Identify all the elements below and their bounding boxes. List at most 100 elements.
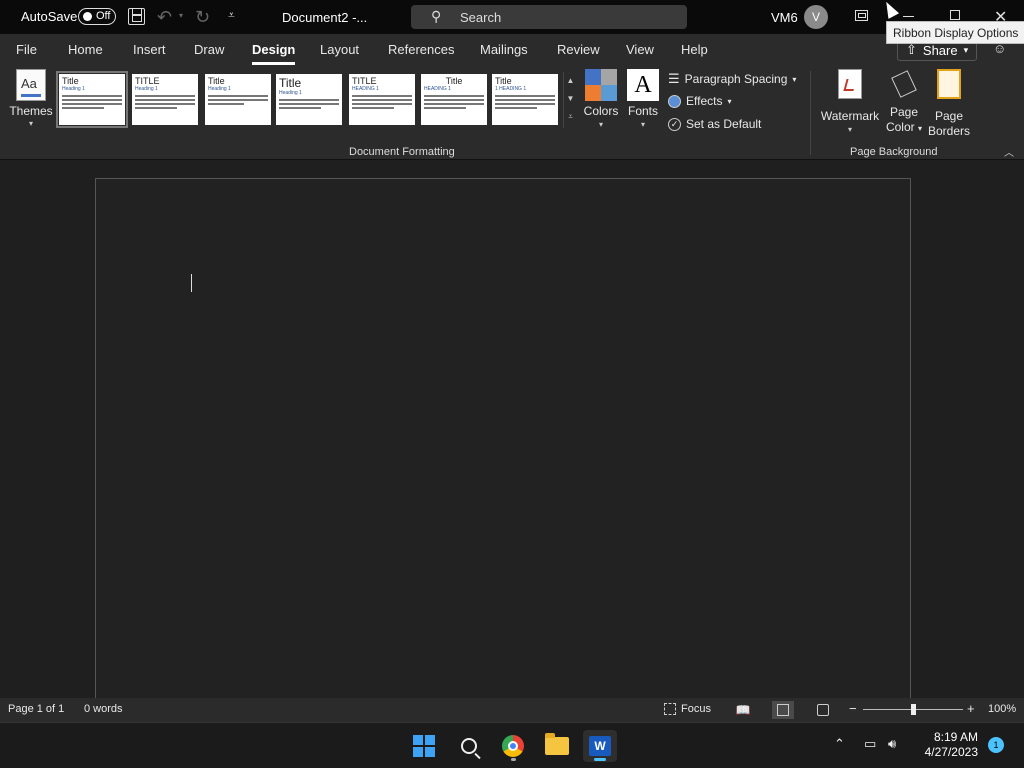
tab-references[interactable]: References	[388, 42, 454, 57]
page-borders-button[interactable]: Page Borders	[927, 69, 971, 139]
gallery-down-icon[interactable]: ▼	[564, 90, 577, 108]
zoom-in-button[interactable]: +	[967, 701, 975, 716]
set-as-default-label: Set as Default	[686, 117, 762, 131]
effects-button[interactable]: Effects ▾	[668, 94, 731, 108]
tab-help[interactable]: Help	[681, 42, 708, 57]
zoom-slider-thumb[interactable]	[911, 704, 916, 715]
minimize-button[interactable]	[903, 16, 914, 17]
share-label: Share	[922, 42, 958, 58]
themes-icon: Aa	[16, 69, 46, 101]
search-box[interactable]: ⚲ Search	[411, 5, 687, 29]
taskbar-file-explorer[interactable]	[540, 730, 574, 762]
style-set-thumbnail[interactable]: Title 1 HEADING 1	[492, 74, 558, 125]
ribbon: Aa Themes ▾ Title Heading 1 TITLE Headin…	[0, 65, 1024, 160]
tab-file[interactable]: File	[16, 42, 37, 57]
paragraph-spacing-button[interactable]: ☰ Paragraph Spacing ▾	[668, 71, 796, 87]
style-set-thumbnail[interactable]: Title Heading 1	[205, 74, 271, 125]
read-mode-icon: 📖	[735, 703, 751, 717]
taskbar-chrome[interactable]	[496, 730, 530, 762]
gallery-more-icon[interactable]: ⩡	[564, 108, 577, 126]
network-icon[interactable]: ▭	[864, 736, 876, 752]
focus-icon	[664, 703, 676, 715]
tab-view[interactable]: View	[626, 42, 654, 57]
start-button[interactable]	[407, 730, 441, 762]
ribbon-display-options-icon[interactable]	[855, 10, 868, 21]
paragraph-spacing-icon: ☰	[668, 71, 680, 86]
undo-dropdown-icon[interactable]: ▾	[179, 11, 183, 20]
page-color-button[interactable]: Page Color ▾	[882, 69, 926, 136]
checkmark-circle-icon: ✓	[668, 117, 681, 131]
focus-button[interactable]: Focus	[664, 703, 711, 715]
document-title[interactable]: Document2 -...	[282, 10, 367, 25]
style-gallery-scroll: ▲ ▼ ⩡	[563, 72, 577, 128]
tab-mailings[interactable]: Mailings	[480, 42, 528, 57]
autosave-label: AutoSave	[21, 9, 78, 24]
web-layout-icon	[817, 704, 829, 716]
effects-label: Effects	[686, 94, 723, 108]
customize-quick-access-icon[interactable]: ⩡	[228, 8, 235, 23]
style-set-thumbnail[interactable]: TITLE HEADING 1	[349, 74, 415, 125]
colors-button[interactable]: Colors ▾	[583, 69, 619, 129]
tab-home[interactable]: Home	[68, 42, 103, 57]
tab-review[interactable]: Review	[557, 42, 600, 57]
tab-design[interactable]: Design	[252, 42, 296, 65]
color-swatch	[585, 85, 601, 101]
effects-icon	[668, 94, 681, 108]
user-name[interactable]: VM6	[771, 10, 798, 25]
toggle-knob	[83, 12, 92, 21]
page-borders-label: Page	[934, 109, 964, 123]
autosave-toggle[interactable]: Off	[78, 8, 116, 25]
taskbar-search-button[interactable]	[452, 730, 486, 762]
zoom-level[interactable]: 100%	[988, 703, 1016, 715]
style-set-thumbnail[interactable]: Title HEADING 1	[421, 74, 487, 125]
document-canvas	[0, 161, 1024, 698]
themes-label: Themes	[9, 104, 53, 118]
chevron-down-icon: ▾	[727, 96, 732, 106]
volume-icon[interactable]: 🔊︎	[888, 736, 896, 752]
running-indicator	[594, 758, 606, 761]
tab-insert[interactable]: Insert	[133, 42, 166, 57]
zoom-slider[interactable]	[863, 704, 963, 715]
zoom-out-button[interactable]: −	[849, 701, 857, 716]
chevron-down-icon: ▾	[28, 119, 33, 128]
avatar[interactable]: V	[804, 5, 828, 29]
color-swatch	[585, 69, 601, 85]
redo-icon[interactable]: ↻	[195, 7, 210, 28]
print-layout-icon	[777, 704, 789, 716]
read-mode-button[interactable]: 📖	[732, 701, 754, 719]
fonts-label: Fonts	[627, 104, 658, 118]
set-as-default-button[interactable]: ✓ Set as Default	[668, 117, 761, 131]
print-layout-button[interactable]	[772, 701, 794, 719]
group-separator	[810, 71, 811, 155]
windows-icon	[413, 735, 435, 757]
style-set-thumbnail[interactable]: Title Heading 1	[56, 71, 128, 128]
colors-label: Colors	[583, 104, 619, 118]
tab-draw[interactable]: Draw	[194, 42, 224, 57]
page-borders-icon	[937, 69, 961, 99]
document-page[interactable]	[95, 178, 911, 698]
web-layout-button[interactable]	[812, 701, 834, 719]
undo-icon[interactable]: ↶	[157, 7, 172, 28]
show-hidden-icons-icon[interactable]: ⌃	[834, 736, 845, 752]
style-set-thumbnail[interactable]: TITLE Heading 1	[132, 74, 198, 125]
notification-badge[interactable]: 1	[988, 737, 1004, 753]
taskbar-word[interactable]: W	[583, 730, 617, 762]
gallery-up-icon[interactable]: ▲	[564, 72, 577, 90]
system-clock[interactable]: 8:19 AM 4/27/2023	[918, 730, 978, 760]
word-count[interactable]: 0 words	[84, 703, 123, 715]
style-set-thumbnail[interactable]: Title Heading 1	[276, 74, 342, 125]
chevron-down-icon: ▾	[598, 120, 603, 129]
save-icon[interactable]	[128, 8, 145, 25]
word-icon: W	[589, 736, 611, 756]
fonts-button[interactable]: A Fonts ▾	[626, 69, 660, 129]
collapse-ribbon-icon[interactable]: ︿	[1004, 144, 1014, 159]
tab-layout[interactable]: Layout	[320, 42, 359, 57]
chevron-down-icon: ▾	[640, 120, 645, 129]
restore-button[interactable]	[950, 10, 960, 20]
page-count[interactable]: Page 1 of 1	[8, 703, 64, 715]
themes-button[interactable]: Aa Themes ▾	[9, 69, 53, 128]
clock-time: 8:19 AM	[933, 730, 978, 744]
watermark-button[interactable]: Watermark ▾	[818, 69, 882, 134]
folder-icon	[545, 733, 569, 755]
chevron-down-icon: ▾	[847, 125, 852, 134]
